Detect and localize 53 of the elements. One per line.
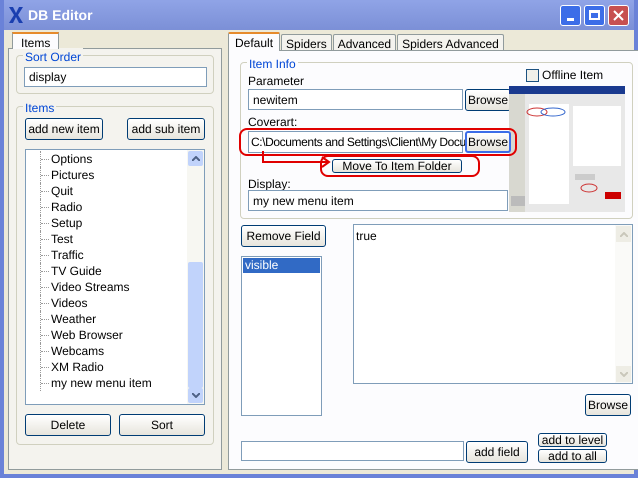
tab[interactable]: Spiders Advanced (397, 34, 504, 50)
checkbox[interactable] (526, 68, 539, 82)
tree-item[interactable]: my new menu item (50, 374, 153, 392)
app-logo-icon (8, 6, 24, 24)
tree-item[interactable]: Webcams (50, 342, 106, 360)
tab[interactable]: Items (12, 32, 60, 49)
browse-button[interactable]: Browse (465, 89, 511, 111)
add-new-item-button[interactable]: add new item (25, 118, 103, 140)
add-to-all-button[interactable]: add to all (538, 449, 607, 463)
tree-item[interactable]: Options (50, 150, 94, 168)
add-to-level-button[interactable]: add to level (538, 433, 607, 447)
tree-item[interactable]: Traffic (50, 246, 85, 264)
tree-item[interactable]: XM Radio (50, 358, 105, 376)
tree-item[interactable]: Quit (50, 182, 74, 200)
field-list-item[interactable]: visible (243, 258, 320, 273)
tree-item[interactable]: Weather (50, 310, 98, 328)
sort-button[interactable]: Sort (119, 414, 205, 436)
tab[interactable]: Spiders (281, 34, 332, 50)
sort-order-field[interactable]: display (24, 67, 207, 87)
checkbox-label: Offline Item (542, 67, 604, 84)
menu-text-field[interactable]: my new menu item (248, 190, 508, 211)
tree-item[interactable]: Radio (50, 198, 84, 216)
tree-item[interactable]: Pictures (50, 166, 96, 184)
coverart-field[interactable]: C:\Documents and Settings\Client\My Docu (248, 131, 463, 153)
field-label: Display: (248, 176, 292, 189)
browse-button[interactable]: Browse (465, 131, 511, 153)
add-field-button[interactable]: add field (466, 441, 528, 463)
close-icon (613, 10, 624, 20)
tree-item[interactable]: TV Guide (50, 262, 103, 280)
arrow (262, 151, 332, 169)
move-to-item-folder-button[interactable]: Move To Item Folder (332, 159, 462, 173)
scrollbar[interactable] (187, 150, 204, 404)
new-field-input[interactable] (241, 441, 464, 461)
tree-item[interactable]: Web Browser (50, 326, 124, 344)
browse-button[interactable]: Browse (585, 394, 631, 416)
window-title: DB Editor (28, 6, 93, 24)
tree-item[interactable]: Video Streams (50, 278, 130, 296)
scroll-up-icon (192, 156, 200, 161)
add-sub-item-button[interactable]: add sub item (127, 118, 205, 140)
tab[interactable]: Default (228, 32, 280, 51)
scroll-down-icon (192, 393, 200, 398)
tree-item[interactable]: Test (50, 230, 74, 248)
tree-item[interactable]: Videos (50, 294, 88, 312)
tab[interactable]: Advanced (332, 34, 396, 50)
remove-field-button[interactable]: Remove Field (241, 225, 326, 247)
minimize-button[interactable] (560, 4, 581, 26)
parameter-field[interactable]: newitem (248, 89, 463, 110)
maximize-button[interactable] (584, 4, 605, 26)
close-button[interactable] (608, 4, 629, 26)
tree-item[interactable]: Setup (50, 214, 84, 232)
delete-button[interactable]: Delete (25, 414, 111, 436)
field-label: Coverart: (248, 114, 298, 129)
field-label: Parameter (248, 73, 306, 88)
